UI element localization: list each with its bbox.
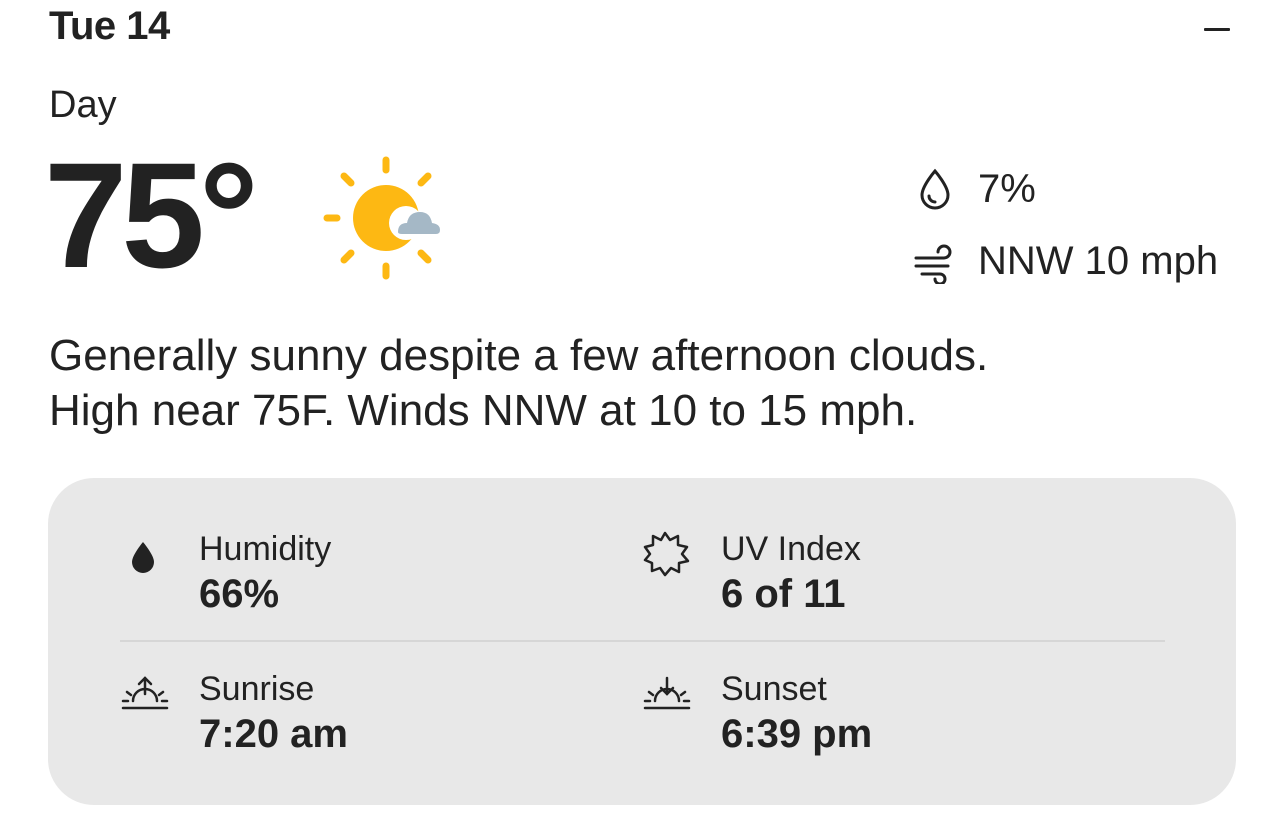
- raindrop-outline-icon: [920, 168, 950, 210]
- wind-icon: [914, 244, 952, 284]
- wind-value: NNW 10 mph: [978, 238, 1219, 283]
- temperature: 75°: [44, 131, 259, 299]
- forecast-summary: Generally sunny despite a few afternoon …: [49, 328, 1249, 438]
- sunrise-label: Sunrise: [199, 670, 315, 708]
- uv-index-label: UV Index: [721, 530, 861, 568]
- wind-info: NNW 10 mph: [912, 238, 1218, 284]
- minus-icon: [1204, 28, 1230, 31]
- uv-sun-icon: [643, 531, 690, 577]
- details-panel: Humidity 66% UV Index 6 of 11 Sunrise 7:…: [48, 478, 1236, 805]
- sunset-label: Sunset: [721, 670, 827, 708]
- precipitation-chance: 7%: [912, 166, 1036, 212]
- sunrise-icon: [121, 676, 169, 710]
- humidity-value: 66%: [199, 572, 280, 616]
- uv-index-value: 6 of 11: [721, 572, 846, 616]
- day-title: Tue 14: [49, 4, 170, 48]
- partly-sunny-icon: [323, 156, 440, 280]
- humidity-drop-icon: [132, 542, 154, 573]
- precipitation-value: 7%: [978, 166, 1036, 211]
- details-divider: [120, 640, 1165, 642]
- collapse-button[interactable]: [1196, 10, 1240, 46]
- summary-line-1: Generally sunny despite a few afternoon …: [49, 331, 989, 380]
- sunset-value: 6:39 pm: [721, 712, 873, 756]
- humidity-label: Humidity: [199, 530, 332, 568]
- summary-line-2: High near 75F. Winds NNW at 10 to 15 mph…: [49, 386, 918, 435]
- sunset-icon: [643, 676, 691, 710]
- period-label: Day: [49, 84, 117, 126]
- sunrise-value: 7:20 am: [199, 712, 348, 756]
